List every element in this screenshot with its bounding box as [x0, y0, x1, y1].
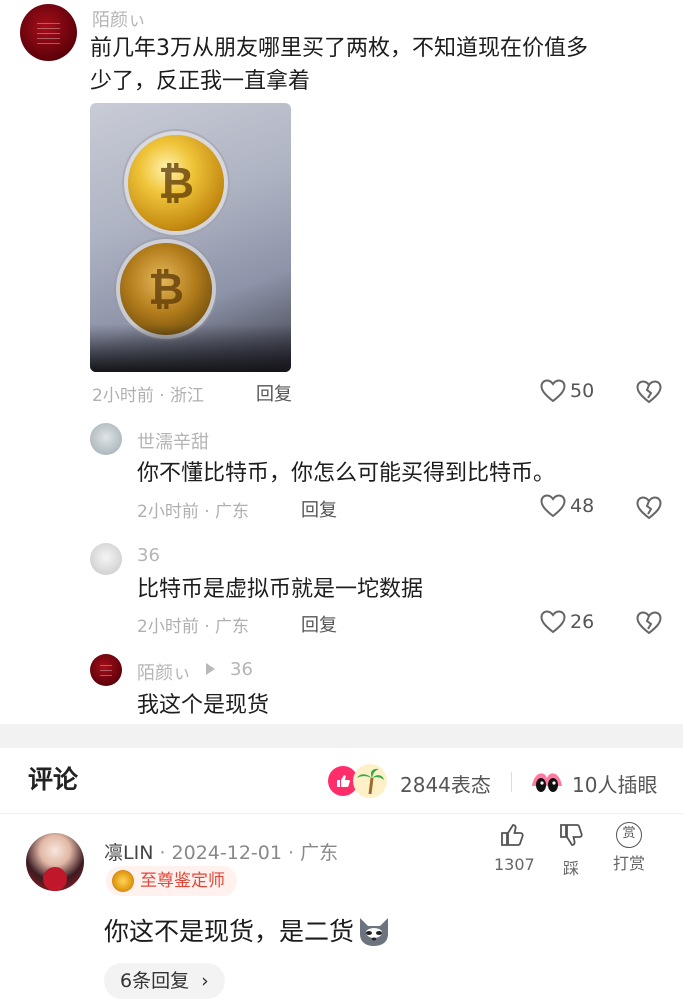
husky-emoji-icon — [360, 918, 389, 946]
reply-button[interactable]: 回复 — [301, 496, 337, 522]
avatar[interactable] — [90, 543, 122, 575]
like-count: 26 — [570, 611, 595, 633]
comments-title: 评论 — [28, 765, 79, 794]
like-button[interactable]: 48 — [540, 494, 594, 518]
reply-to-username[interactable]: 36 — [230, 659, 253, 680]
section-divider — [0, 724, 683, 748]
coin-photo[interactable]: ₿ ₿ — [90, 103, 291, 372]
badge-label: 至尊鉴定师 — [140, 871, 225, 891]
heart-icon — [540, 379, 566, 403]
eyes-icon[interactable] — [530, 766, 564, 796]
thumbs-up-icon — [501, 824, 524, 846]
username[interactable]: 36 — [137, 545, 160, 566]
dislike-button[interactable]: 踩 — [554, 822, 588, 879]
avatar[interactable] — [90, 423, 122, 455]
timestamp-location: 2小时前 · 浙江 — [92, 386, 205, 406]
comments-header: 评论 2844表态 10人插眼 — [0, 748, 683, 814]
gold-coin-image: ₿ — [128, 135, 224, 231]
comment-text: 你这不是现货，是二货 — [104, 917, 355, 946]
tip-button[interactable]: 赏 打赏 — [608, 822, 650, 874]
like-button[interactable]: 50 — [540, 379, 594, 403]
reply-arrow-icon — [206, 663, 215, 675]
palm-tree-reaction-icon[interactable] — [353, 764, 387, 798]
comment-meta-line: 凛LIN · 2024-12-01 · 广东 — [104, 842, 339, 864]
comment-date: 2024-12-01 — [171, 842, 282, 864]
reactions-count[interactable]: 2844表态 — [400, 769, 491, 798]
screenshot-thread: 陌颜ぃ 前几年3万从朋友哪里买了两枚，不知道现在价值多 少了，反正我一直拿着 ₿… — [0, 0, 683, 720]
view-replies-button[interactable]: 6条回复 › — [104, 963, 225, 999]
like-count: 48 — [570, 495, 595, 517]
reply-text: 比特币是虚拟币就是一坨数据 — [137, 577, 424, 602]
comment-text: 少了，反正我一直拿着 — [90, 69, 311, 94]
tip-icon: 赏 — [616, 822, 642, 848]
avatar[interactable] — [90, 654, 122, 686]
title-badge[interactable]: 至尊鉴定师 — [106, 866, 237, 896]
divider — [511, 772, 512, 792]
thumbs-down-icon — [560, 824, 583, 846]
comment-location: 广东 — [300, 842, 339, 864]
reply-button[interactable]: 回复 — [256, 380, 292, 406]
crown-badge-icon — [112, 870, 134, 892]
username[interactable]: 陌颜ぃ — [137, 659, 191, 685]
broken-heart-icon[interactable] — [636, 611, 662, 635]
reply-text: 你不懂比特币，你怎么可能买得到比特币。 — [137, 461, 556, 486]
reply-text: 我这个是现货 — [137, 693, 270, 718]
comment-text: 前几年3万从朋友哪里买了两枚，不知道现在价值多 — [90, 36, 588, 61]
spy-count[interactable]: 10人插眼 — [572, 769, 657, 798]
username[interactable]: 凛LIN — [104, 842, 153, 864]
chevron-right-icon: › — [201, 970, 209, 992]
broken-heart-icon[interactable] — [636, 380, 662, 404]
avatar[interactable] — [20, 4, 77, 61]
replies-label: 6条回复 — [120, 970, 190, 992]
dislike-label: 踩 — [562, 859, 579, 878]
like-count: 1307 — [494, 855, 535, 874]
avatar[interactable] — [26, 833, 84, 891]
reply-button[interactable]: 回复 — [301, 611, 337, 637]
tip-label: 打赏 — [612, 854, 645, 873]
bitcoin-coin-image: ₿ — [120, 243, 212, 335]
heart-icon — [540, 610, 566, 634]
comment-text-line: 你这不是现货，是二货 — [104, 912, 392, 948]
username[interactable]: 世濡辛甜 — [137, 428, 209, 454]
heart-icon — [540, 494, 566, 518]
like-button[interactable]: 1307 — [494, 822, 535, 874]
timestamp-location: 2小时前 · 广东 — [137, 502, 250, 522]
username[interactable]: 陌颜ぃ — [92, 6, 146, 32]
like-count: 50 — [570, 380, 595, 402]
broken-heart-icon[interactable] — [636, 496, 662, 520]
timestamp-location: 2小时前 · 广东 — [137, 617, 250, 637]
like-button[interactable]: 26 — [540, 610, 594, 634]
